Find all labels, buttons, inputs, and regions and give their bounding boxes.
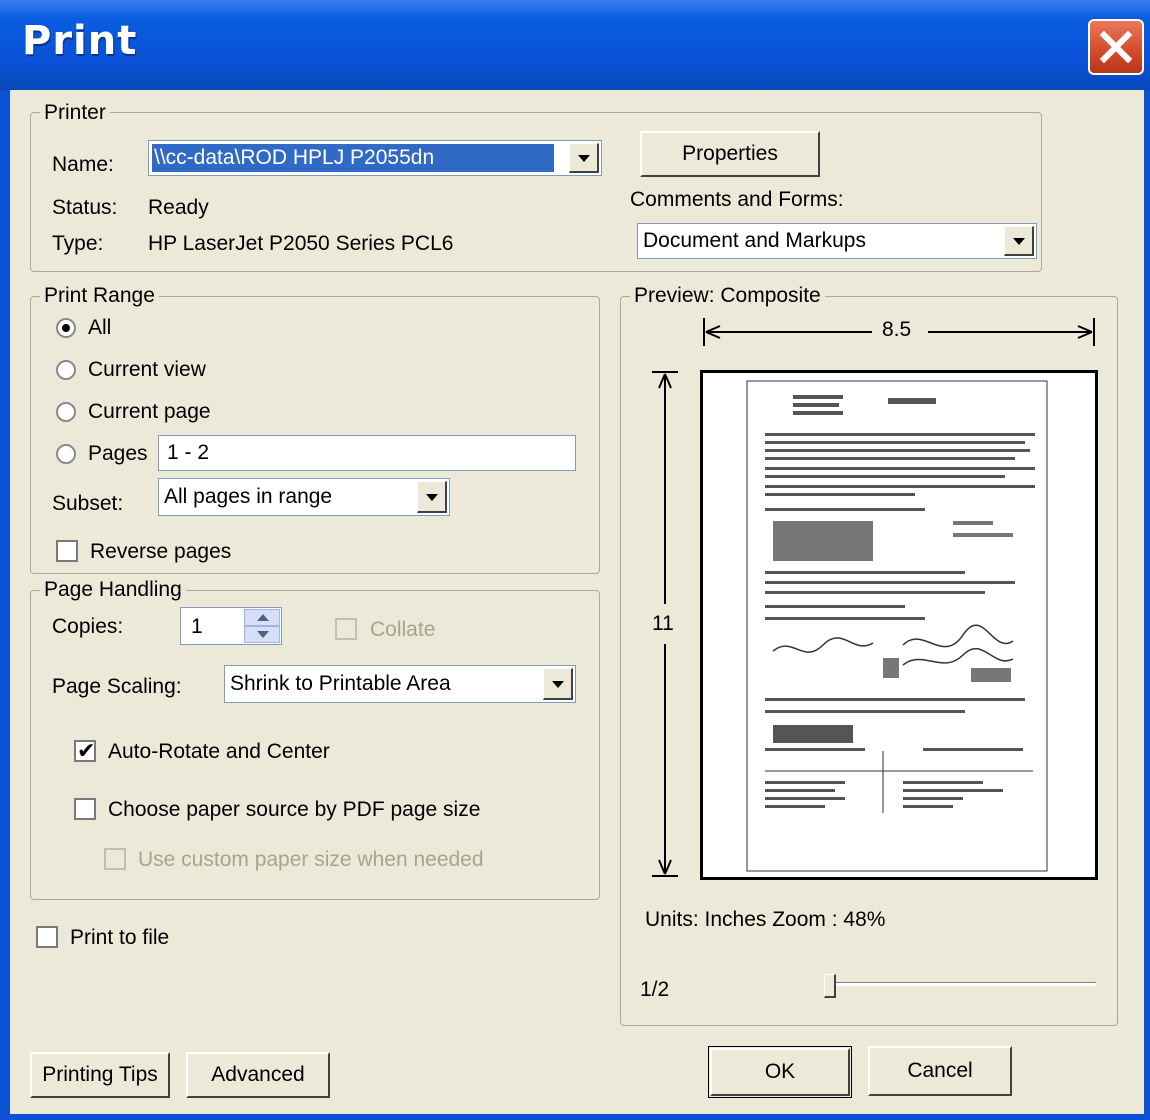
spin-down-icon[interactable]: [244, 626, 280, 643]
status-value: Ready: [148, 196, 209, 219]
radio-current-view-label[interactable]: Current view: [88, 358, 206, 382]
page-scaling-select[interactable]: Shrink to Printable Area: [224, 665, 576, 703]
page-indicator: 1/2: [640, 978, 670, 1001]
reverse-pages-label[interactable]: Reverse pages: [90, 540, 231, 564]
copies-value: 1: [191, 615, 203, 638]
chevron-down-icon[interactable]: [569, 143, 599, 173]
comments-forms-value: Document and Markups: [643, 229, 866, 252]
window-title: Print: [22, 18, 138, 64]
subset-select[interactable]: All pages in range: [158, 478, 450, 516]
title-bar: [0, 0, 1150, 90]
page-slider-track[interactable]: [824, 982, 1096, 986]
radio-pages[interactable]: [56, 444, 76, 464]
spin-up-icon[interactable]: [244, 609, 280, 626]
page-slider-thumb[interactable]: [824, 974, 836, 998]
subset-value: All pages in range: [164, 485, 333, 508]
printer-name-value: \\cc-data\ROD HPLJ P2055dn: [154, 146, 435, 169]
paper-source-checkbox[interactable]: [74, 798, 96, 820]
preview-label: Preview: Composite: [630, 284, 825, 308]
window-frame-left: [0, 90, 10, 1120]
printing-tips-button[interactable]: Printing Tips: [30, 1052, 170, 1098]
copies-label: Copies:: [52, 615, 124, 638]
close-icon: [1099, 30, 1133, 64]
print-to-file-checkbox[interactable]: [36, 926, 58, 948]
cancel-button[interactable]: Cancel: [868, 1046, 1012, 1096]
paper-source-label[interactable]: Choose paper source by PDF page size: [108, 798, 480, 822]
collate-checkbox: [335, 618, 357, 640]
auto-rotate-label[interactable]: Auto-Rotate and Center: [108, 740, 330, 764]
chevron-down-icon[interactable]: [543, 668, 573, 700]
properties-button-label: Properties: [682, 142, 778, 165]
status-label: Status:: [52, 196, 118, 219]
chevron-down-icon[interactable]: [417, 481, 447, 513]
pages-input-value: 1 - 2: [167, 441, 210, 464]
properties-button[interactable]: Properties: [640, 131, 820, 177]
width-label: 8.5: [882, 318, 912, 341]
print-range-label: Print Range: [40, 284, 159, 308]
close-button[interactable]: [1088, 19, 1144, 75]
type-value: HP LaserJet P2050 Series PCL6: [148, 232, 454, 255]
printing-tips-label: Printing Tips: [42, 1063, 158, 1086]
radio-current-page-label[interactable]: Current page: [88, 400, 211, 424]
radio-pages-label[interactable]: Pages: [88, 442, 148, 466]
comments-forms-label: Comments and Forms:: [630, 188, 844, 211]
advanced-label: Advanced: [211, 1063, 305, 1086]
units-zoom-label: Units: Inches Zoom : 48%: [645, 908, 886, 931]
printer-name-select[interactable]: \\cc-data\ROD HPLJ P2055dn: [148, 140, 602, 176]
page-handling-label: Page Handling: [40, 578, 186, 602]
custom-paper-label: Use custom paper size when needed: [138, 848, 484, 871]
page-scaling-label: Page Scaling:: [52, 675, 182, 698]
advanced-button[interactable]: Advanced: [186, 1052, 330, 1098]
pages-input[interactable]: 1 - 2: [158, 435, 576, 471]
printer-group-label: Printer: [40, 101, 110, 125]
subset-label: Subset:: [52, 492, 124, 515]
checkmark-icon: ✔: [77, 738, 96, 763]
type-label: Type:: [52, 232, 104, 255]
document-thumbnail: [746, 380, 1048, 872]
collate-label: Collate: [370, 618, 436, 641]
name-label: Name:: [52, 153, 114, 176]
page-scaling-value: Shrink to Printable Area: [230, 672, 451, 695]
chevron-down-icon[interactable]: [1004, 226, 1034, 256]
comments-forms-select[interactable]: Document and Markups: [637, 223, 1037, 259]
window-frame-bottom: [0, 1114, 1150, 1120]
radio-current-view[interactable]: [56, 360, 76, 380]
cancel-label: Cancel: [907, 1059, 973, 1082]
reverse-pages-checkbox[interactable]: [56, 540, 78, 562]
ok-button[interactable]: OK: [710, 1048, 850, 1096]
radio-current-page[interactable]: [56, 402, 76, 422]
copies-stepper[interactable]: 1: [180, 607, 282, 645]
height-label: 11: [652, 612, 674, 635]
ok-label: OK: [764, 1060, 796, 1083]
radio-all[interactable]: [56, 318, 76, 338]
radio-all-label[interactable]: All: [88, 316, 111, 340]
auto-rotate-checkbox[interactable]: ✔: [74, 738, 96, 763]
window-frame-right: [1144, 90, 1150, 1120]
preview-page: [700, 370, 1098, 880]
print-to-file-label[interactable]: Print to file: [70, 926, 169, 950]
custom-paper-checkbox: [104, 848, 126, 870]
